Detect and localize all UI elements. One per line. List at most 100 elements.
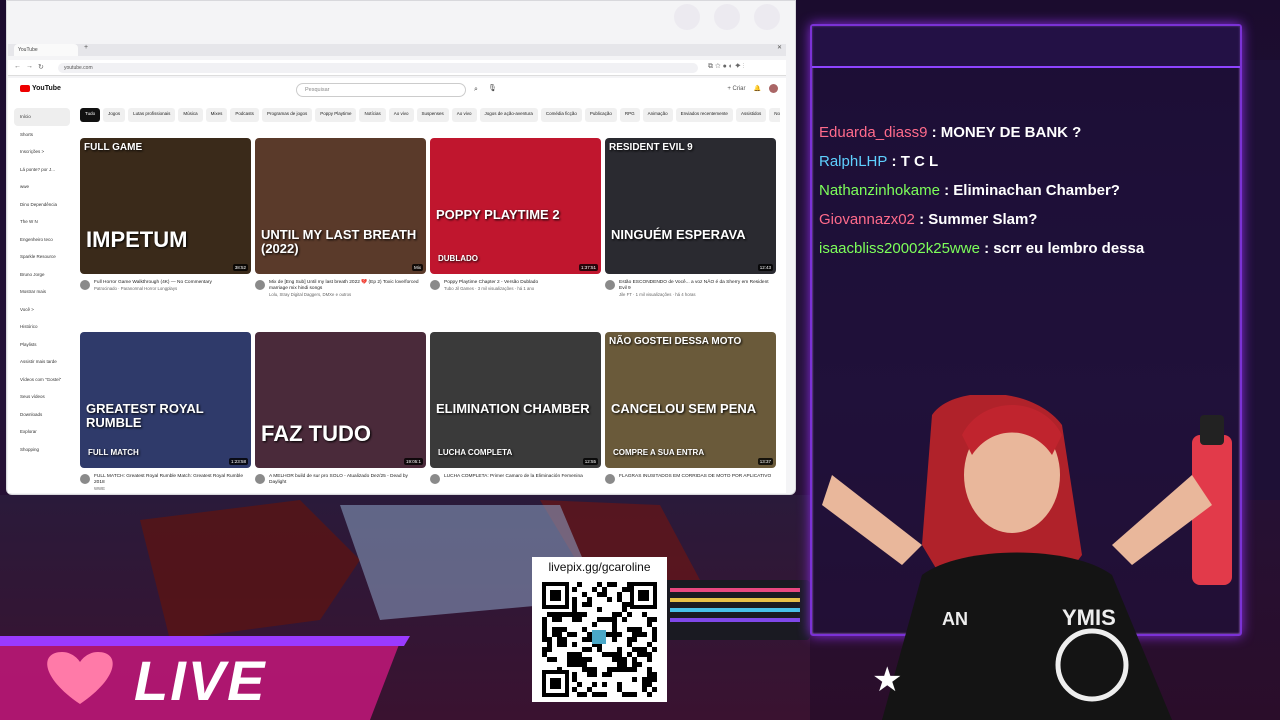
video-thumbnail[interactable]: NÃO GOSTEI DESSA MOTO CANCELOU SEM PENA CO… (605, 332, 776, 468)
filter-chip[interactable]: Publicação (584, 108, 617, 122)
video-card[interactable]: UNTIL MY LAST BREATH (2022) Mix Mix de [En… (255, 138, 426, 298)
video-thumbnail[interactable]: ELIMINATION CHAMBER LUCHA COMPLETA 12:55 (430, 332, 601, 468)
video-thumbnail[interactable]: UNTIL MY LAST BREATH (2022) Mix (255, 138, 426, 274)
sidebar-item[interactable]: Inscrições > (14, 143, 70, 161)
filter-chip[interactable]: Podcasts (230, 108, 259, 122)
chat-username[interactable]: Giovannazx02 (819, 211, 915, 228)
notifications-icon[interactable]: 🔔 (754, 85, 761, 92)
sidebar-item[interactable]: Lá ponte? por J... (14, 161, 70, 179)
filter-chip[interactable]: Música (178, 108, 203, 122)
back-icon[interactable]: ← (14, 63, 21, 70)
channel-avatar[interactable] (430, 280, 440, 290)
video-thumbnail[interactable]: POPPY PLAYTIME 2 DUBLADO 1:37:51 (430, 138, 601, 274)
video-card[interactable]: FAZ TUDO 19:05:1 A MELHOR build de sur pro… (255, 332, 426, 486)
forward-icon[interactable]: → (26, 63, 33, 70)
filter-chip[interactable]: Notícias (359, 108, 386, 122)
sidebar-item[interactable]: Histórico (14, 318, 70, 336)
video-title[interactable]: FULL MATCH: Greatest Royal Rumble Match:… (94, 474, 251, 486)
filter-chip[interactable]: Novidades para você (769, 108, 780, 122)
video-channel[interactable]: Patrocinado · Paranormal Horror Longplay… (94, 286, 212, 292)
avatar[interactable] (769, 84, 778, 93)
video-card[interactable]: POPPY PLAYTIME 2 DUBLADO 1:37:51 Poppy Play… (430, 138, 601, 292)
video-thumbnail[interactable]: GREATEST ROYAL RUMBLE FULL MATCH 1:23:58 (80, 332, 251, 468)
filter-chip[interactable]: Mixes (205, 108, 228, 122)
url-field[interactable]: youtube.com (58, 63, 698, 73)
filter-chip[interactable]: Tudo (80, 108, 101, 122)
sidebar-item[interactable]: Downloads (14, 406, 70, 424)
browser-tab[interactable]: YouTube (14, 44, 78, 56)
video-channel[interactable]: Jile FT · 1 mil visualizações · há 4 hor… (619, 292, 776, 298)
channel-avatar[interactable] (80, 280, 90, 290)
filter-chip[interactable]: Assistidos (735, 108, 767, 122)
filter-chip[interactable]: Ao vivo (388, 108, 414, 122)
search-icon[interactable]: ⌕ (466, 83, 486, 97)
filter-chip[interactable]: Programas de jogos (261, 108, 313, 122)
chat-username[interactable]: isaacbliss20002k25wwe (819, 240, 980, 257)
filter-chip[interactable]: Poppy Playtime (315, 108, 357, 122)
channel-avatar[interactable] (605, 474, 615, 484)
window-button[interactable] (754, 4, 780, 30)
filter-chip[interactable]: Jogos (103, 108, 126, 122)
video-card[interactable]: GREATEST ROYAL RUMBLE FULL MATCH 1:23:58 FU… (80, 332, 251, 492)
video-channel[interactable]: WWE (94, 486, 251, 492)
window-button[interactable] (714, 4, 740, 30)
sidebar-item[interactable]: Engenheiro teco (14, 231, 70, 249)
filter-chip[interactable]: Ao vivo (451, 108, 477, 122)
video-thumbnail[interactable]: FAZ TUDO 19:05:1 (255, 332, 426, 468)
sidebar-item[interactable]: Início (14, 108, 70, 126)
channel-avatar[interactable] (80, 474, 90, 484)
video-title[interactable]: Estão ESCONDENDO de Você... a voz NÃO é … (619, 280, 776, 292)
filter-chip[interactable]: Enviados recentemente (675, 108, 733, 122)
youtube-logo[interactable]: YouTube (20, 85, 61, 92)
microphone-icon[interactable]: 🎙 (488, 84, 497, 92)
chat-username[interactable]: RalphLHP (819, 153, 887, 170)
sidebar-item[interactable]: Dino Dependência (14, 196, 70, 214)
sidebar-item[interactable]: Playlists (14, 336, 70, 354)
filter-chip[interactable]: Comédia ficção (540, 108, 582, 122)
channel-avatar[interactable] (430, 474, 440, 484)
channel-avatar[interactable] (605, 280, 615, 290)
extensions-icon[interactable]: ⧉ ☆ ● ◐ ✦ ⋮ (708, 63, 744, 71)
window-button[interactable] (674, 4, 700, 30)
sidebar-item[interactable]: Assistir mais tarde (14, 353, 70, 371)
filter-chip[interactable]: Jogos de ação-aventura (479, 108, 538, 122)
filter-chip[interactable]: Lutas profissionais (128, 108, 176, 122)
video-thumbnail[interactable]: RESIDENT EVIL 9 NINGUÉM ESPERAVA 12:43 (605, 138, 776, 274)
video-title[interactable]: FLAGRAS INUSITADOS EM CORRIDAS DE MOTO P… (619, 474, 771, 480)
chat-message: Nathanzinhokame : Eliminachan Chamber? (819, 182, 1120, 199)
video-meta: FLAGRAS INUSITADOS EM CORRIDAS DE MOTO P… (605, 474, 776, 484)
reload-icon[interactable]: ↻ (38, 63, 44, 71)
create-button[interactable]: + Criar (727, 86, 745, 92)
sidebar-item[interactable]: Vídeos com "Gostei" (14, 371, 70, 389)
video-channel[interactable]: Tubo Jil Games · 3 mil visualizações · h… (444, 286, 538, 292)
search-input[interactable]: Pesquisar (296, 83, 466, 97)
sidebar-item[interactable]: Sparkle Resource (14, 248, 70, 266)
video-title[interactable]: LUCHA COMPLETA: Primer Camaro de la Elim… (444, 474, 583, 480)
sidebar-item[interactable]: Explorar (14, 423, 70, 441)
video-title[interactable]: Mix de [Eng Sub] Until my last breath 20… (269, 280, 426, 292)
video-thumbnail[interactable]: FULL GAME IMPETUM 38:52 (80, 138, 251, 274)
video-card[interactable]: FULL GAME IMPETUM 38:52 Full Horror Game Wa… (80, 138, 251, 292)
window-close-icon[interactable]: ✕ (777, 44, 782, 51)
sidebar-item[interactable]: Você > (14, 301, 70, 319)
video-card[interactable]: NÃO GOSTEI DESSA MOTO CANCELOU SEM PENA CO… (605, 332, 776, 484)
filter-chip[interactable]: RPG (619, 108, 640, 122)
sidebar-item[interactable]: The W N (14, 213, 70, 231)
sidebar-item[interactable]: Mostrar mais (14, 283, 70, 301)
filter-chip[interactable]: Animação (642, 108, 673, 122)
sidebar-item[interactable]: wwe (14, 178, 70, 196)
video-card[interactable]: ELIMINATION CHAMBER LUCHA COMPLETA 12:55 LU… (430, 332, 601, 484)
channel-avatar[interactable] (255, 280, 265, 290)
video-card[interactable]: RESIDENT EVIL 9 NINGUÉM ESPERAVA 12:43 Estã… (605, 138, 776, 298)
chat-username[interactable]: Eduarda_diass9 (819, 124, 927, 141)
new-tab-icon[interactable]: + (84, 44, 88, 51)
video-channel[interactable]: Lolu, Stray Digital Daggers, DMXe e outr… (269, 292, 426, 298)
video-title[interactable]: A MELHOR build de sur pro SOLO - Atualiz… (269, 474, 426, 486)
chat-username[interactable]: Nathanzinhokame (819, 182, 940, 199)
channel-avatar[interactable] (255, 474, 265, 484)
filter-chip[interactable]: Suspenses (416, 108, 449, 122)
sidebar-item[interactable]: Shopping (14, 441, 70, 459)
sidebar-item[interactable]: Seus vídeos (14, 388, 70, 406)
sidebar-item[interactable]: Bruno Jorge (14, 266, 70, 284)
sidebar-item[interactable]: Shorts (14, 126, 70, 144)
